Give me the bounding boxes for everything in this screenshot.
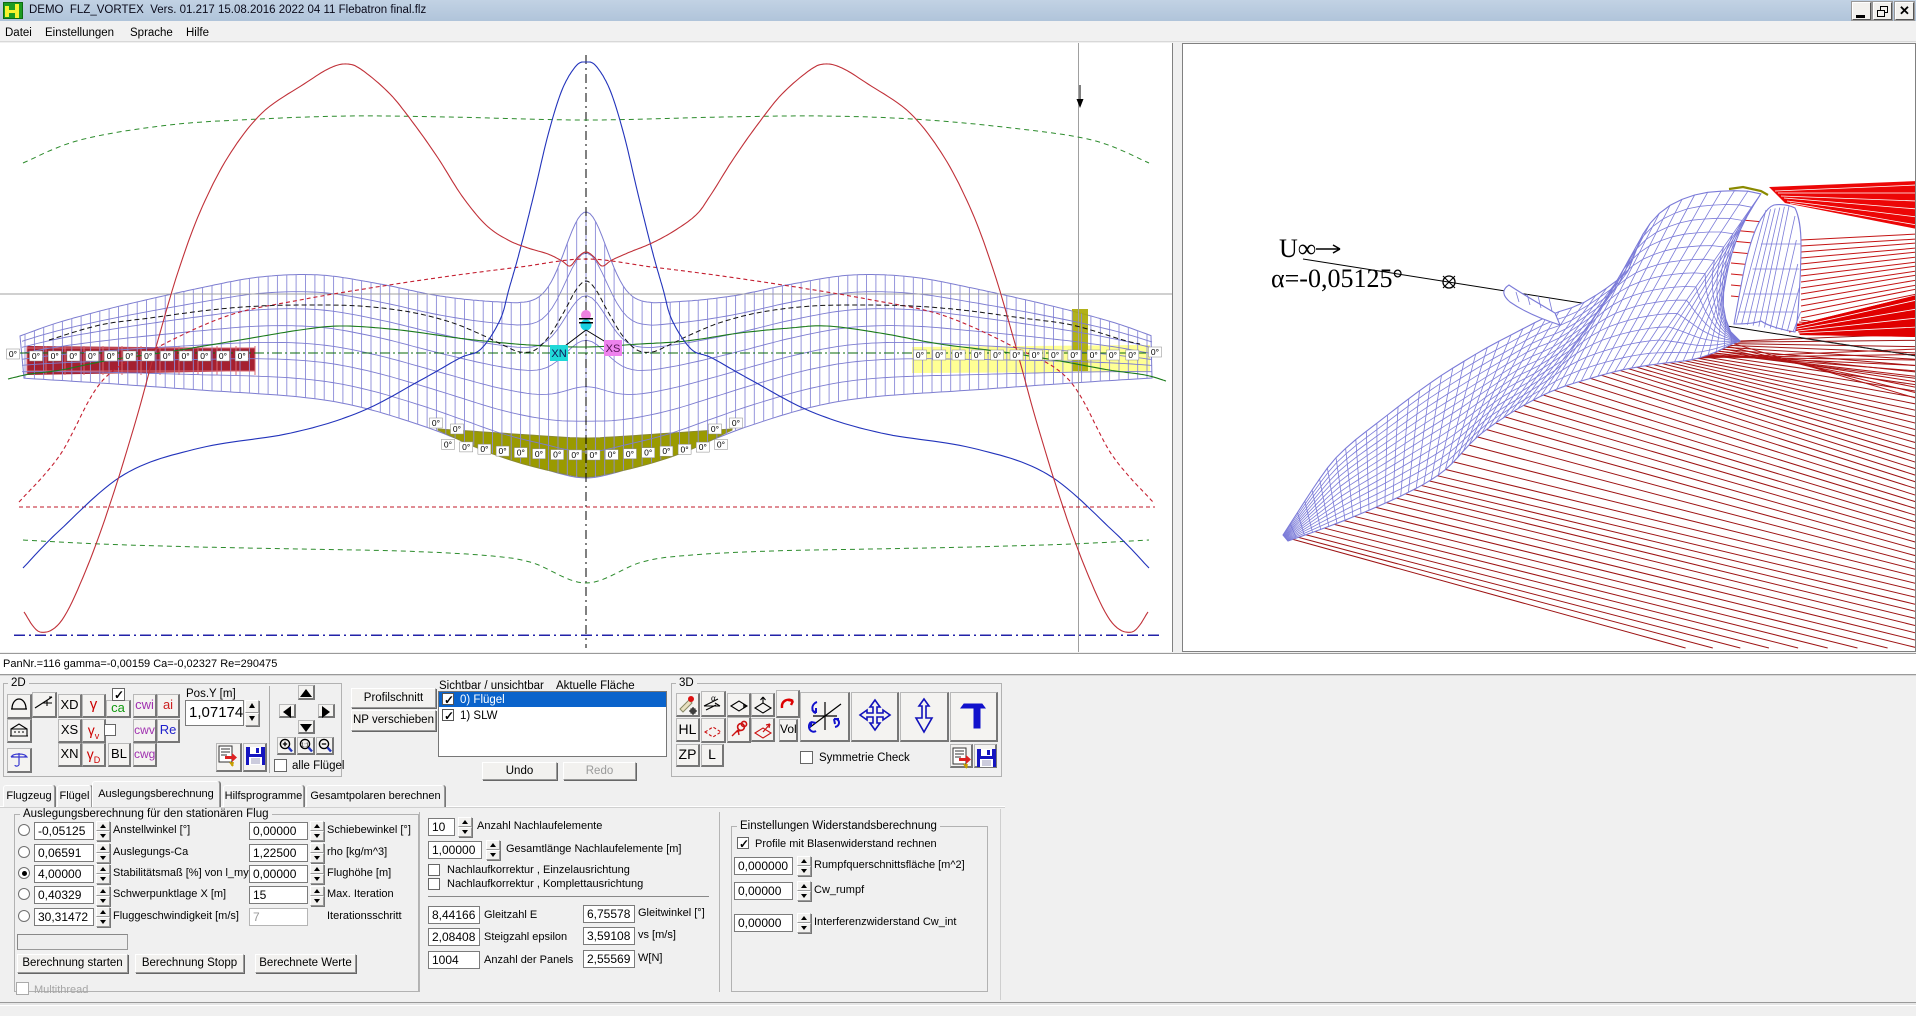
svg-text:U∞: U∞: [1279, 234, 1316, 263]
svg-text:0°: 0°: [1032, 350, 1040, 360]
svg-text:0°: 0°: [9, 349, 17, 359]
svg-text:0°: 0°: [51, 351, 59, 361]
svg-text:0°: 0°: [200, 351, 208, 361]
svg-text:0°: 0°: [711, 424, 719, 434]
svg-text:0°: 0°: [699, 442, 707, 452]
svg-text:α: α: [711, 693, 716, 703]
svg-text:0°: 0°: [1090, 350, 1098, 360]
svg-text:0°: 0°: [935, 350, 943, 360]
svg-text:0°: 0°: [32, 351, 40, 361]
svg-text:0°: 0°: [1012, 350, 1020, 360]
svg-text:0°: 0°: [1070, 350, 1078, 360]
svg-text:0°: 0°: [955, 350, 963, 360]
svg-text:0°: 0°: [517, 448, 525, 458]
svg-text:1:1: 1:1: [301, 743, 309, 749]
svg-text:0°: 0°: [444, 439, 452, 449]
svg-text:0°: 0°: [69, 351, 77, 361]
svg-text:0°: 0°: [453, 424, 461, 434]
svg-text:0°: 0°: [182, 351, 190, 361]
svg-text:0°: 0°: [163, 351, 171, 361]
svg-text:0°: 0°: [1151, 347, 1159, 357]
svg-text:0°: 0°: [571, 450, 579, 460]
svg-text:XN: XN: [551, 348, 566, 360]
svg-text:0°: 0°: [125, 351, 133, 361]
svg-text:0°: 0°: [1109, 350, 1117, 360]
svg-text:0°: 0°: [88, 351, 96, 361]
svg-text:0°: 0°: [626, 449, 634, 459]
svg-text:0°: 0°: [107, 351, 115, 361]
svg-text:0°: 0°: [1128, 350, 1136, 360]
svg-text:α=-0,05125°: α=-0,05125°: [1271, 264, 1403, 293]
svg-text:0°: 0°: [662, 446, 670, 456]
svg-text:0°: 0°: [608, 450, 616, 460]
svg-text:0°: 0°: [644, 448, 652, 458]
svg-text:0°: 0°: [219, 351, 227, 361]
svg-text:0°: 0°: [974, 350, 982, 360]
svg-text:0°: 0°: [553, 450, 561, 460]
svg-text:0°: 0°: [993, 350, 1001, 360]
svg-text:0°: 0°: [432, 418, 440, 428]
svg-text:0°: 0°: [732, 418, 740, 428]
svg-text:0°: 0°: [535, 449, 543, 459]
svg-text:0°: 0°: [480, 444, 488, 454]
svg-text:0°: 0°: [717, 439, 725, 449]
svg-text:0°: 0°: [590, 450, 598, 460]
svg-text:XS: XS: [606, 343, 621, 355]
svg-text:0°: 0°: [1051, 350, 1059, 360]
svg-text:0°: 0°: [238, 351, 246, 361]
svg-text:0°: 0°: [916, 350, 924, 360]
svg-text:0°: 0°: [462, 442, 470, 452]
svg-text:0°: 0°: [681, 444, 689, 454]
svg-text:0°: 0°: [144, 351, 152, 361]
svg-text:0°: 0°: [499, 446, 507, 456]
